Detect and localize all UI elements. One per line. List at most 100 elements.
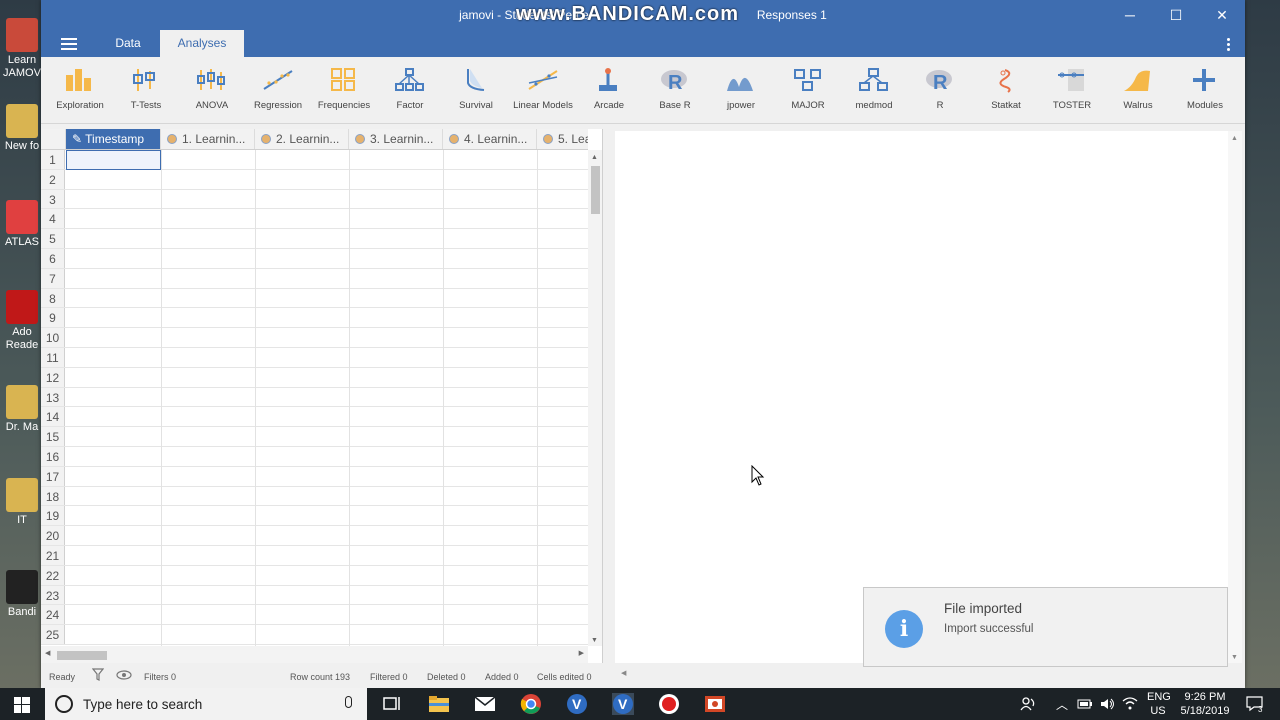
ribbon-button-statkat[interactable]: Statkat xyxy=(973,65,1039,111)
show-hidden-icons[interactable]: ︿ xyxy=(1056,696,1068,713)
row-number[interactable]: 10 xyxy=(41,328,65,347)
people-icon[interactable] xyxy=(1020,696,1036,712)
scroll-up-icon[interactable]: ▲ xyxy=(591,154,598,161)
row-number[interactable]: 14 xyxy=(41,407,65,427)
horizontal-scrollbar[interactable]: ◀ ▶ xyxy=(41,646,588,663)
selected-cell[interactable] xyxy=(66,150,161,170)
column-header[interactable]: 2. Learnin... xyxy=(255,129,349,149)
ribbon-button-regression[interactable]: Regression xyxy=(245,65,311,111)
ribbon-button-frequencies[interactable]: Frequencies xyxy=(311,65,377,111)
table-row[interactable]: 14 xyxy=(41,407,588,428)
desktop-icon[interactable]: IT xyxy=(0,478,44,527)
corner-cell[interactable] xyxy=(41,129,66,149)
table-row[interactable]: 3 xyxy=(41,189,588,210)
ribbon-button-base-r[interactable]: R Base R xyxy=(642,65,708,111)
ribbon-button-t-tests[interactable]: T-Tests xyxy=(113,65,179,111)
powerpoint-icon[interactable] xyxy=(704,693,726,715)
row-number[interactable]: 8 xyxy=(41,288,65,308)
row-number[interactable]: 18 xyxy=(41,486,65,506)
row-number[interactable]: 1 xyxy=(41,150,65,169)
ribbon-button-medmod[interactable]: medmod xyxy=(841,65,907,111)
ribbon-button-linear-models[interactable]: Linear Models xyxy=(510,65,576,111)
horizontal-scroll-thumb[interactable] xyxy=(57,651,107,660)
table-row[interactable]: 15 xyxy=(41,427,588,447)
ribbon-button-toster[interactable]: TOSTER xyxy=(1039,65,1105,111)
clock[interactable]: 9:26 PM 5/18/2019 xyxy=(1175,690,1235,718)
row-number[interactable]: 9 xyxy=(41,308,65,328)
desktop-icon[interactable]: New fo xyxy=(0,104,44,153)
table-row[interactable]: 24 xyxy=(41,605,588,626)
close-button[interactable]: ✕ xyxy=(1199,0,1245,30)
table-row[interactable]: 16 xyxy=(41,446,588,467)
battery-icon[interactable] xyxy=(1077,698,1093,710)
row-number[interactable]: 13 xyxy=(41,387,65,407)
file-explorer-icon[interactable] xyxy=(428,693,450,715)
scroll-right-icon[interactable]: ▶ xyxy=(579,649,584,657)
table-row[interactable]: 25 xyxy=(41,625,588,645)
maximize-button[interactable]: ☐ xyxy=(1153,0,1199,30)
ribbon-button-survival[interactable]: Survival xyxy=(443,65,509,111)
microphone-icon[interactable] xyxy=(345,696,352,708)
tab-analyses[interactable]: Analyses xyxy=(160,30,244,57)
action-center-icon[interactable]: 3 xyxy=(1246,695,1266,713)
jamovi-active-icon[interactable]: V xyxy=(612,693,634,715)
ribbon-button-walrus[interactable]: Walrus xyxy=(1105,65,1171,111)
row-number[interactable]: 11 xyxy=(41,347,65,367)
minimize-button[interactable]: ─ xyxy=(1107,0,1153,30)
table-row[interactable]: 19 xyxy=(41,506,588,527)
row-number[interactable]: 17 xyxy=(41,466,65,486)
row-number[interactable]: 16 xyxy=(41,446,65,466)
table-row[interactable]: 4 xyxy=(41,209,588,230)
row-number[interactable]: 3 xyxy=(41,189,65,209)
table-row[interactable]: 5 xyxy=(41,229,588,249)
table-row[interactable]: 17 xyxy=(41,466,588,487)
results-horizontal-scrollbar[interactable]: ◀ xyxy=(615,666,1228,682)
filter-icon[interactable] xyxy=(92,668,104,681)
table-row[interactable]: 13 xyxy=(41,387,588,408)
row-number[interactable]: 7 xyxy=(41,268,65,288)
table-row[interactable]: 12 xyxy=(41,367,588,388)
volume-icon[interactable] xyxy=(1099,696,1115,712)
table-row[interactable]: 10 xyxy=(41,328,588,348)
desktop-icon[interactable]: Dr. Ma xyxy=(0,385,44,434)
hamburger-menu-icon[interactable] xyxy=(61,38,77,50)
ribbon-button-exploration[interactable]: Exploration xyxy=(47,65,113,111)
table-row[interactable]: 6 xyxy=(41,248,588,269)
ribbon-button-r[interactable]: RR xyxy=(907,65,973,111)
column-header[interactable]: 4. Learnin... xyxy=(443,129,537,149)
table-row[interactable]: 9 xyxy=(41,308,588,329)
task-view-icon[interactable] xyxy=(381,693,403,715)
table-row[interactable]: 20 xyxy=(41,526,588,546)
row-number[interactable]: 6 xyxy=(41,248,65,268)
vertical-scroll-thumb[interactable] xyxy=(591,166,600,214)
row-number[interactable]: 2 xyxy=(41,169,65,189)
table-row[interactable]: 23 xyxy=(41,585,588,606)
table-row[interactable]: 2 xyxy=(41,169,588,190)
ribbon-button-modules[interactable]: Modules xyxy=(1172,65,1238,111)
table-row[interactable]: 11 xyxy=(41,347,588,368)
desktop-icon[interactable]: Ado Reade xyxy=(0,290,44,352)
row-number[interactable]: 23 xyxy=(41,585,65,605)
mail-icon[interactable] xyxy=(474,693,496,715)
tab-data[interactable]: Data xyxy=(103,30,153,57)
jamovi-taskbar-icon[interactable]: V xyxy=(566,693,588,715)
taskbar-search-box[interactable]: Type here to search xyxy=(45,688,367,720)
ribbon-button-arcade[interactable]: Arcade xyxy=(576,65,642,111)
table-row[interactable]: 18 xyxy=(41,486,588,507)
row-number[interactable]: 20 xyxy=(41,526,65,545)
wifi-icon[interactable] xyxy=(1122,696,1138,712)
desktop-icon[interactable]: ATLAS xyxy=(0,200,44,249)
table-row[interactable]: 21 xyxy=(41,545,588,566)
results-vertical-scrollbar[interactable]: ▲ ▼ xyxy=(1228,131,1242,663)
row-number[interactable]: 19 xyxy=(41,506,65,526)
row-number[interactable]: 22 xyxy=(41,565,65,585)
ribbon-button-anova[interactable]: ANOVA xyxy=(179,65,245,111)
table-row[interactable]: 8 xyxy=(41,288,588,309)
table-row[interactable]: 7 xyxy=(41,268,588,289)
notification-toast[interactable]: i File imported Import successful xyxy=(863,587,1228,667)
spreadsheet-rows[interactable]: 1 2 3 4 5 6 7 8 9 10 11 12 13 14 15 16 17 18 19 20 21 22 23 24 2… xyxy=(41,150,588,646)
column-header[interactable]: ✎ Timestamp xyxy=(66,129,161,149)
row-number[interactable]: 15 xyxy=(41,427,65,446)
ribbon-button-factor[interactable]: Factor xyxy=(377,65,443,111)
row-number[interactable]: 12 xyxy=(41,367,65,387)
